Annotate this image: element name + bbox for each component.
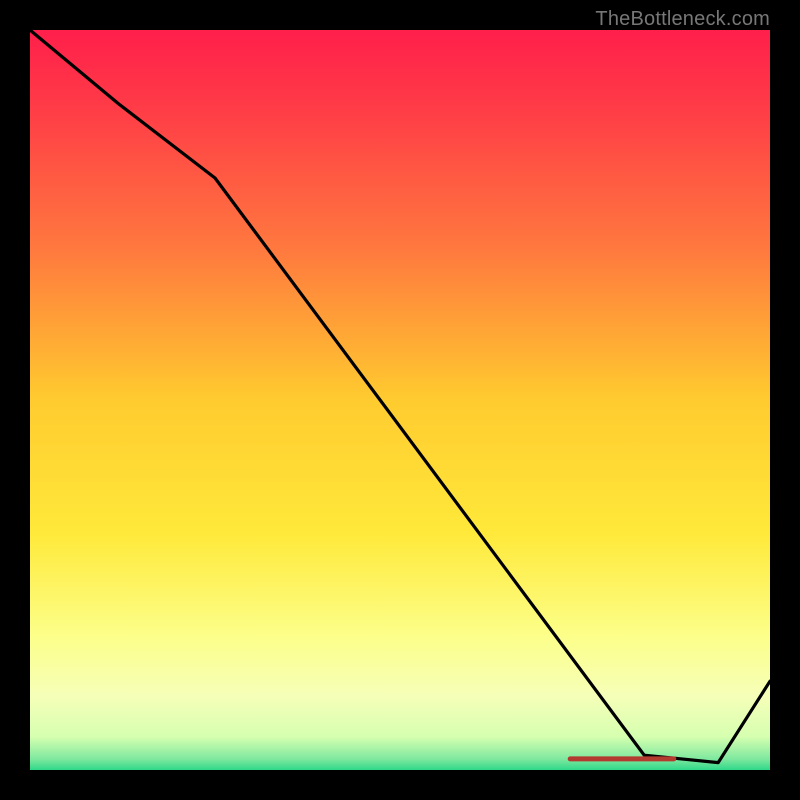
- watermark-text: TheBottleneck.com: [595, 8, 770, 31]
- chart-frame: TheBottleneck.com: [0, 0, 800, 800]
- gradient-background: [30, 30, 770, 770]
- chart-svg: [30, 30, 770, 770]
- plot-area: [30, 30, 770, 770]
